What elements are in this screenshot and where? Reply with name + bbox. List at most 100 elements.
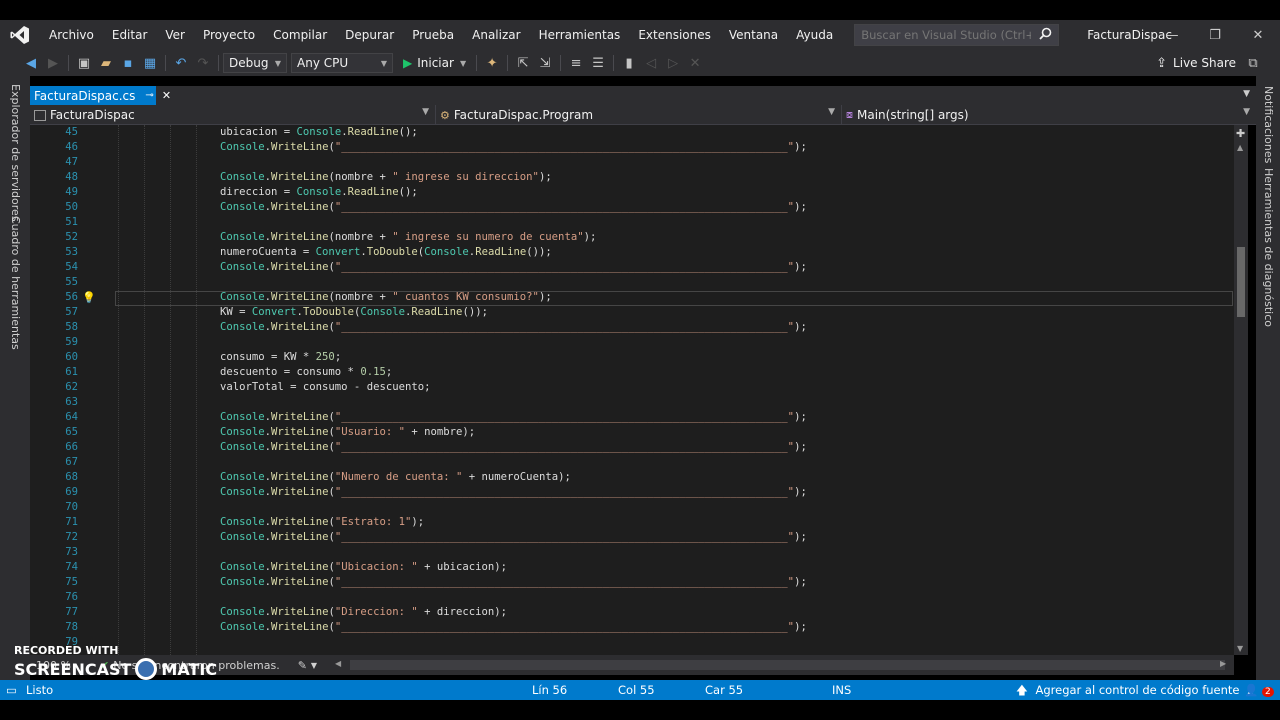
menu-item-herramientas[interactable]: Herramientas [530, 20, 630, 50]
menu-item-editar[interactable]: Editar [103, 20, 157, 50]
pin-icon[interactable]: ⊸ [145, 90, 153, 101]
step-over-icon[interactable]: ⇲ [534, 52, 556, 74]
feedback-icon[interactable]: ⧉ [1242, 52, 1264, 74]
start-button[interactable]: ▶ Iniciar ▼ [397, 56, 472, 70]
server-explorer-tab[interactable]: Explorador de servidores [9, 84, 22, 222]
code-line[interactable]: 45 ubicacion = Console.ReadLine(); [30, 125, 1234, 140]
platform-dropdown[interactable]: Any CPU ▼ [291, 53, 393, 73]
back-icon[interactable]: ◀ [20, 52, 42, 74]
code-token: ToDouble [366, 246, 418, 258]
horizontal-scrollbar[interactable] [350, 660, 1225, 670]
code-line[interactable]: 54 Console.WriteLine("___________________… [30, 260, 1234, 275]
toolbox-tab[interactable]: Cuadro de herramientas [9, 216, 22, 350]
next-bookmark-icon[interactable]: ▷ [662, 52, 684, 74]
bookmark-icon[interactable]: ▮ [618, 52, 640, 74]
code-line[interactable]: 69 Console.WriteLine("___________________… [30, 485, 1234, 500]
scrollbar-thumb[interactable] [1237, 247, 1245, 317]
notifications-tab[interactable]: Notificaciones [1262, 86, 1275, 163]
lightbulb-icon[interactable]: 💡 [82, 291, 96, 304]
code-line[interactable]: 75 Console.WriteLine("___________________… [30, 575, 1234, 590]
code-line[interactable]: 72 Console.WriteLine("___________________… [30, 530, 1234, 545]
code-line[interactable]: 48 Console.WriteLine(nombre + " ingrese s… [30, 170, 1234, 185]
restore-button[interactable]: ❐ [1193, 20, 1237, 50]
scroll-down-icon[interactable]: ▼ [1237, 644, 1243, 653]
menu-item-ayuda[interactable]: Ayuda [787, 20, 842, 50]
code-line[interactable]: 70 [30, 500, 1234, 515]
code-line[interactable]: 64 Console.WriteLine("___________________… [30, 410, 1234, 425]
code-line[interactable]: 74 Console.WriteLine("Ubicacion: " + ubic… [30, 560, 1234, 575]
code-line[interactable]: 71 Console.WriteLine("Estrato: 1"); [30, 515, 1234, 530]
menu-item-compilar[interactable]: Compilar [264, 20, 336, 50]
code-line[interactable]: 50 Console.WriteLine("___________________… [30, 200, 1234, 215]
code-line[interactable]: 61 descuento = consumo * 0.15; [30, 365, 1234, 380]
code-line[interactable]: 78 Console.WriteLine("___________________… [30, 620, 1234, 635]
notifications-button[interactable]: 👤 2 [1244, 680, 1274, 702]
code-line[interactable]: 56 Console.WriteLine(nombre + " cuantos K… [30, 290, 1234, 305]
code-line[interactable]: 65 Console.WriteLine("Usuario: " + nombre… [30, 425, 1234, 440]
vertical-scrollbar[interactable]: ✚ ▲ ▼ [1234, 125, 1248, 655]
menu-item-archivo[interactable]: Archivo [40, 20, 103, 50]
close-button[interactable]: ✕ [1236, 20, 1280, 50]
code-line[interactable]: 76 [30, 590, 1234, 605]
class-dropdown[interactable]: ⚙ FacturaDispac.Program ▼ [436, 105, 842, 125]
save-all-icon[interactable]: ▦ [139, 52, 161, 74]
project-dropdown[interactable]: FacturaDispac ▼ [30, 105, 436, 125]
scroll-up-icon[interactable]: ▲ [1237, 143, 1243, 152]
clear-bookmarks-icon[interactable]: ✕ [684, 52, 706, 74]
code-line[interactable]: 53 numeroCuenta = Convert.ToDouble(Consol… [30, 245, 1234, 260]
menu-item-analizar[interactable]: Analizar [463, 20, 529, 50]
code-line[interactable]: 77 Console.WriteLine("Direccion: " + dire… [30, 605, 1234, 620]
code-line[interactable]: 66 Console.WriteLine("___________________… [30, 440, 1234, 455]
code-line[interactable]: 57 KW = Convert.ToDouble(Console.ReadLine… [30, 305, 1234, 320]
scroll-left-icon[interactable]: ◀ [335, 659, 341, 668]
prev-bookmark-icon[interactable]: ◁ [640, 52, 662, 74]
code-line[interactable]: 68 Console.WriteLine("Numero de cuenta: "… [30, 470, 1234, 485]
scroll-right-icon[interactable]: ▶ [1220, 659, 1226, 668]
minimize-button[interactable]: — [1150, 20, 1194, 50]
code-line[interactable]: 73 [30, 545, 1234, 560]
hot-reload-icon[interactable]: ✦ [481, 52, 503, 74]
step-into-icon[interactable]: ⇱ [512, 52, 534, 74]
code-editor[interactable]: 45 ubicacion = Console.ReadLine(); 46 Conso… [30, 125, 1234, 655]
code-line[interactable]: 62 valorTotal = consumo - descuento; [30, 380, 1234, 395]
live-share-button[interactable]: ⇪ Live Share [1156, 50, 1236, 76]
menu-item-ver[interactable]: Ver [156, 20, 194, 50]
undo-icon[interactable]: ↶ [170, 52, 192, 74]
cleanup-icon[interactable]: ✎ [298, 659, 307, 672]
code-line[interactable]: 46 Console.WriteLine("___________________… [30, 140, 1234, 155]
code-line[interactable]: 49 direccion = Console.ReadLine(); [30, 185, 1234, 200]
diagnostic-tools-tab[interactable]: Herramientas de diagnóstico [1262, 168, 1275, 327]
close-tab-icon[interactable]: ✕ [162, 89, 171, 102]
member-dropdown[interactable]: ⧇ Main(string[] args) ▼ [842, 105, 1256, 125]
code-line[interactable]: 60 consumo = KW * 250; [30, 350, 1234, 365]
search-box[interactable] [854, 24, 1060, 46]
split-icon[interactable]: ✚ [1236, 127, 1245, 140]
output-window-icon[interactable]: ▭ [6, 680, 17, 700]
forward-icon[interactable]: ▶ [42, 52, 64, 74]
code-line[interactable]: 59 [30, 335, 1234, 350]
save-icon[interactable]: ▪ [117, 52, 139, 74]
tab-facturadispac-cs[interactable]: FacturaDispac.cs ⊸ ✕ [30, 86, 171, 105]
menu-item-prueba[interactable]: Prueba [403, 20, 463, 50]
tab-overflow-icon[interactable]: ▼ [1243, 89, 1250, 99]
source-control-button[interactable]: 🡅 Agregar al control de código fuente ▲ [1016, 680, 1253, 702]
menu-item-depurar[interactable]: Depurar [336, 20, 403, 50]
code-line[interactable]: 63 [30, 395, 1234, 410]
redo-icon[interactable]: ↷ [192, 52, 214, 74]
uncomment-icon[interactable]: ☰ [587, 52, 609, 74]
code-line[interactable]: 52 Console.WriteLine(nombre + " ingrese s… [30, 230, 1234, 245]
menu-item-extensiones[interactable]: Extensiones [629, 20, 720, 50]
new-project-icon[interactable]: ▣ [73, 52, 95, 74]
code-line[interactable]: 47 [30, 155, 1234, 170]
code-line[interactable]: 58 Console.WriteLine("___________________… [30, 320, 1234, 335]
visual-studio-logo-icon[interactable] [0, 20, 40, 50]
code-line[interactable]: 55 [30, 275, 1234, 290]
search-input[interactable] [861, 28, 1032, 42]
open-folder-icon[interactable]: ▰ [95, 52, 117, 74]
solution-config-dropdown[interactable]: Debug ▼ [223, 53, 287, 73]
comment-icon[interactable]: ≡ [565, 52, 587, 74]
code-line[interactable]: 51 [30, 215, 1234, 230]
menu-item-proyecto[interactable]: Proyecto [194, 20, 264, 50]
menu-item-ventana[interactable]: Ventana [720, 20, 787, 50]
code-line[interactable]: 67 [30, 455, 1234, 470]
